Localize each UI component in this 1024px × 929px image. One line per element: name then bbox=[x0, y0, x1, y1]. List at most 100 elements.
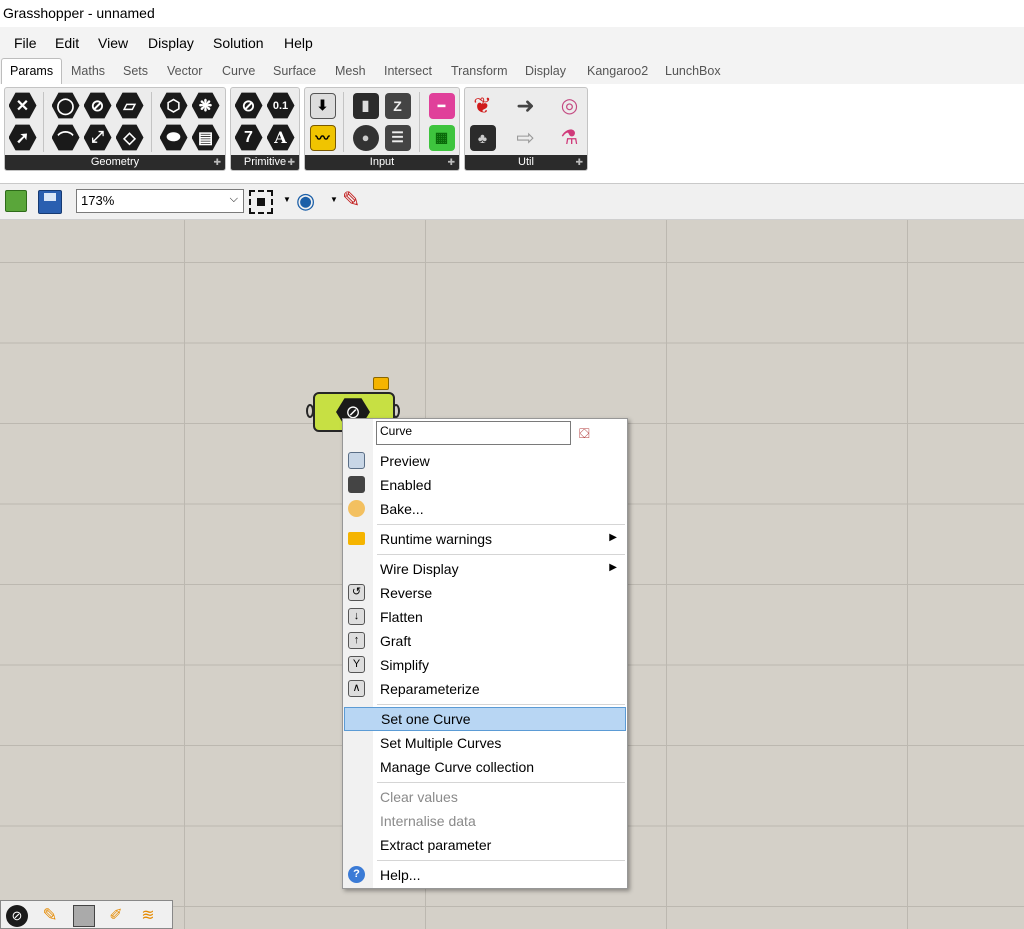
menu-item-graft[interactable]: ↑ Graft bbox=[343, 629, 627, 653]
value-list-icon[interactable]: ☰ bbox=[383, 123, 412, 152]
help-icon: ? bbox=[348, 866, 365, 883]
boolean-param-icon[interactable]: ⊘ bbox=[234, 91, 263, 120]
menu-edit[interactable]: Edit bbox=[55, 35, 79, 51]
menu-help[interactable]: Help bbox=[284, 35, 313, 51]
brep-param-icon[interactable]: ▤ bbox=[191, 123, 220, 152]
menu-item-set-one-curve[interactable]: Set one Curve bbox=[344, 707, 626, 731]
tab-curve[interactable]: Curve bbox=[222, 64, 255, 78]
integer-param-icon[interactable]: 7 bbox=[234, 123, 263, 152]
data-tree-icon[interactable]: ♣ bbox=[468, 123, 497, 152]
toggle-input-icon[interactable]: ▮ bbox=[351, 91, 380, 120]
sketch-icon[interactable]: ✐ bbox=[105, 905, 127, 927]
tab-vector[interactable]: Vector bbox=[167, 64, 202, 78]
window-title: Grasshopper - unnamed bbox=[3, 5, 155, 21]
text-param-icon[interactable]: A bbox=[266, 123, 295, 152]
rectangle-param-icon[interactable]: ▱ bbox=[115, 91, 144, 120]
menu-item-reparameterize[interactable]: ∧ Reparameterize bbox=[343, 677, 627, 701]
runtime-warning-flag[interactable] bbox=[373, 377, 389, 390]
surface-param-icon[interactable]: ⬬ bbox=[159, 123, 188, 152]
cherry-picker-icon[interactable]: ❦ bbox=[468, 91, 497, 120]
menu-item-help[interactable]: ? Help... bbox=[343, 863, 627, 887]
jump-icon[interactable]: ◎ bbox=[555, 91, 584, 120]
save-icon[interactable] bbox=[38, 190, 62, 214]
curve-icon[interactable]: ⊘ bbox=[6, 905, 28, 927]
menu-view[interactable]: View bbox=[98, 35, 128, 51]
wave-icon[interactable]: ≋ bbox=[137, 905, 159, 927]
tab-kangaroo2[interactable]: Kangaroo2 bbox=[587, 64, 648, 78]
graph-mapper-icon[interactable]: 〰 bbox=[308, 123, 337, 152]
enabled-icon bbox=[348, 476, 365, 493]
menu-item-reverse[interactable]: ↺ Reverse bbox=[343, 581, 627, 605]
tab-params[interactable]: Params bbox=[1, 58, 62, 85]
submenu-arrow-icon: ▶ bbox=[609, 562, 617, 573]
menu-item-simplify[interactable]: Y Simplify bbox=[343, 653, 627, 677]
zoom-dropdown[interactable]: 173% ⌵ bbox=[76, 189, 244, 213]
dropdown-arrow-icon[interactable]: ▼ bbox=[283, 195, 291, 204]
menu-display[interactable]: Display bbox=[148, 35, 194, 51]
input-group-label[interactable]: Input bbox=[305, 155, 459, 170]
geometry-group-label[interactable]: Geometry bbox=[5, 155, 225, 170]
menu-item-wire-display[interactable]: Wire Display ▶ bbox=[343, 557, 627, 581]
canvas-toolbar: 173% ⌵ ▼ ◉ ▼ ✎ bbox=[0, 184, 1024, 220]
vector-param-icon[interactable]: ➚ bbox=[8, 123, 37, 152]
tab-maths[interactable]: Maths bbox=[71, 64, 105, 78]
slider-input-icon[interactable]: Z bbox=[383, 91, 412, 120]
primitive-group: ⊘ 0.1 7 A Primitive ✚ bbox=[230, 87, 300, 171]
tab-display[interactable]: Display bbox=[525, 64, 566, 78]
menu-solution[interactable]: Solution bbox=[213, 35, 264, 51]
paint-bucket-icon[interactable]: ⛋ bbox=[579, 425, 590, 442]
menu-item-bake[interactable]: Bake... bbox=[343, 497, 627, 521]
arc-param-icon[interactable]: ⌒ bbox=[51, 123, 80, 152]
input-group: ⬇ 〰 ▮ Z ● ☰ ━ ▦ Input ✚ bbox=[304, 87, 460, 171]
tab-transform[interactable]: Transform bbox=[451, 64, 508, 78]
preview-icon bbox=[348, 452, 365, 469]
menu-item-extract-parameter[interactable]: Extract parameter bbox=[343, 833, 627, 857]
menu-item-set-multiple-curves[interactable]: Set Multiple Curves bbox=[343, 731, 627, 755]
swatch-input-icon[interactable]: ▦ bbox=[427, 123, 456, 152]
pin-icon[interactable]: ✚ bbox=[213, 157, 221, 168]
data-output-icon[interactable]: ⇨ bbox=[511, 123, 540, 152]
bake-icon bbox=[348, 500, 365, 517]
pin-icon[interactable]: ✚ bbox=[287, 157, 295, 168]
grid-icon[interactable] bbox=[73, 905, 95, 927]
pin-icon[interactable]: ✚ bbox=[447, 157, 455, 168]
curve-param-icon[interactable]: ⊘ bbox=[83, 91, 112, 120]
util-group-label[interactable]: Util bbox=[465, 155, 587, 170]
menu-item-manage-curve-collection[interactable]: Manage Curve collection bbox=[343, 755, 627, 779]
box-param-icon[interactable]: ⬡ bbox=[159, 91, 188, 120]
pin-icon[interactable]: ✚ bbox=[575, 157, 583, 168]
pen-edit-icon[interactable]: ✎ bbox=[39, 905, 61, 927]
menu-item-clear-values: Clear values bbox=[380, 789, 458, 805]
menu-item-enabled[interactable]: Enabled bbox=[343, 473, 627, 497]
line-param-icon[interactable]: ⤢ bbox=[83, 123, 112, 152]
graft-icon: ↑ bbox=[348, 632, 365, 649]
menu-item-preview[interactable]: Preview bbox=[343, 449, 627, 473]
chevron-down-icon[interactable]: ⌵ bbox=[230, 193, 238, 206]
data-input-icon[interactable]: ➜ bbox=[511, 91, 540, 120]
menu-item-runtime-warnings[interactable]: Runtime warnings ▶ bbox=[343, 527, 627, 551]
reparameterize-icon: ∧ bbox=[348, 680, 365, 697]
tab-surface[interactable]: Surface bbox=[273, 64, 316, 78]
gradient-input-icon[interactable]: ━ bbox=[427, 91, 456, 120]
zoom-extents-icon[interactable] bbox=[249, 190, 273, 214]
tab-lunchbox[interactable]: LunchBox bbox=[665, 64, 721, 78]
flask-icon[interactable]: ⚗ bbox=[555, 123, 584, 152]
dropdown-arrow-icon[interactable]: ▼ bbox=[330, 195, 338, 204]
plane-param-icon[interactable]: ◇ bbox=[115, 123, 144, 152]
preview-eye-icon[interactable]: ◉ bbox=[296, 188, 315, 214]
circle-param-icon[interactable]: ◯ bbox=[51, 91, 80, 120]
tab-intersect[interactable]: Intersect bbox=[384, 64, 432, 78]
menu-item-flatten[interactable]: ↓ Flatten bbox=[343, 605, 627, 629]
button-input-icon[interactable]: ● bbox=[351, 123, 380, 152]
sketch-pen-icon[interactable]: ✎ bbox=[342, 187, 360, 213]
name-field[interactable]: Curve bbox=[376, 421, 571, 445]
tab-mesh[interactable]: Mesh bbox=[335, 64, 366, 78]
tab-sets[interactable]: Sets bbox=[123, 64, 148, 78]
open-folder-icon[interactable] bbox=[5, 190, 27, 212]
number-param-icon[interactable]: 0.1 bbox=[266, 91, 295, 120]
menu-bar: File Edit View Display Solution Help bbox=[0, 27, 1024, 57]
panel-input-icon[interactable]: ⬇ bbox=[308, 91, 337, 120]
menu-file[interactable]: File bbox=[14, 35, 37, 51]
geometry-param-icon[interactable]: ✕ bbox=[8, 91, 37, 120]
mesh-param-icon[interactable]: ❋ bbox=[191, 91, 220, 120]
